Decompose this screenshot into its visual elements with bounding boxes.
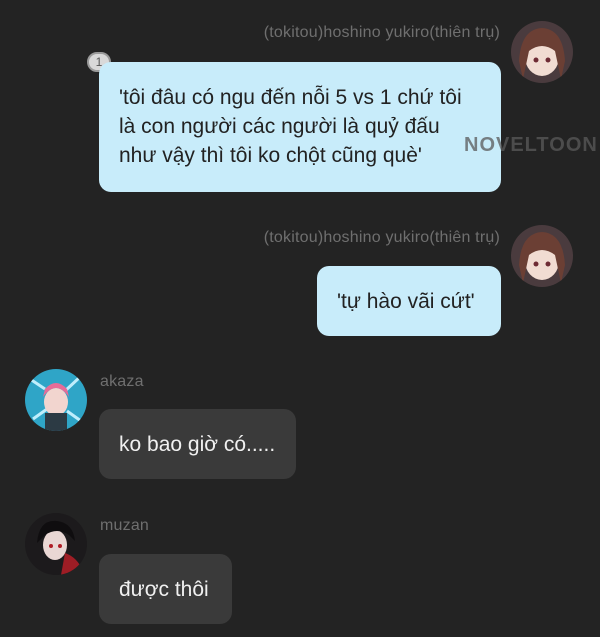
sender-name: (tokitou)hoshino yukiro(thiên trụ) [263, 229, 500, 246]
sender-name: (tokitou)hoshino yukiro(thiên trụ) [263, 24, 500, 41]
sender-name: akaza [100, 373, 144, 390]
muzan-avatar-image [25, 513, 87, 575]
message-bubble[interactable]: ko bao giờ có..... [99, 409, 296, 479]
akaza-avatar-image [25, 369, 87, 431]
user-avatar[interactable] [511, 21, 573, 83]
user-avatar[interactable] [511, 225, 573, 287]
noveltoon-watermark: NOVELTOON [464, 134, 598, 156]
message-bubble[interactable]: 'tự hào vãi cứt' [317, 266, 501, 336]
muzan-avatar[interactable] [25, 513, 87, 575]
message-bubble[interactable]: được thôi [99, 554, 232, 624]
user-avatar-image [511, 225, 573, 287]
message-bubble[interactable]: 'tôi đâu có ngu đến nỗi 5 vs 1 chứ tôi l… [99, 62, 501, 192]
akaza-avatar[interactable] [25, 369, 87, 431]
sender-name: muzan [100, 517, 150, 534]
user-avatar-image [511, 21, 573, 83]
